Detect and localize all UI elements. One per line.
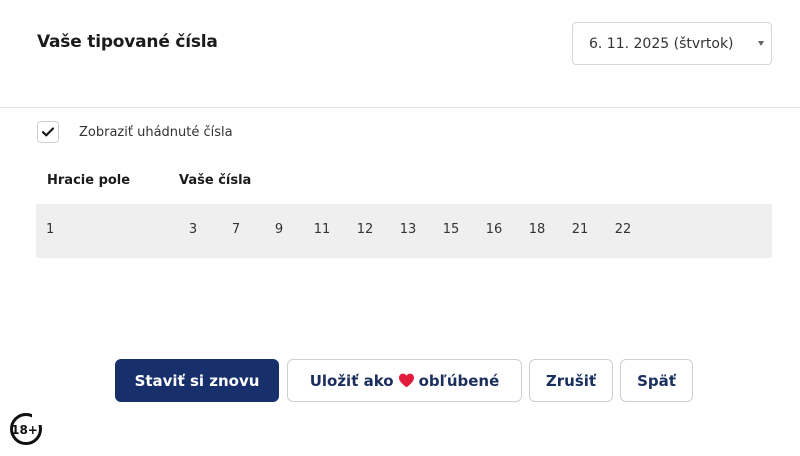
save-favorite-suffix: obľúbené <box>418 371 500 390</box>
header-divider <box>0 107 800 108</box>
cancel-button[interactable]: Zrušiť <box>529 359 613 402</box>
age-badge-text: 18+ <box>11 423 38 437</box>
bet-number: 11 <box>313 222 331 237</box>
date-select-value: 6. 11. 2025 (štvrtok) <box>589 35 734 52</box>
bet-number: 16 <box>485 222 503 237</box>
back-button[interactable]: Späť <box>620 359 693 402</box>
bet-number: 12 <box>356 222 374 237</box>
bet-number: 18 <box>528 222 546 237</box>
save-favorite-button[interactable]: Uložiť ako obľúbené <box>287 359 522 402</box>
check-icon <box>42 127 54 137</box>
bet-number: 3 <box>188 222 198 237</box>
row-field-number: 1 <box>46 222 55 237</box>
heart-icon <box>398 373 414 388</box>
page-title: Vaše tipované čísla <box>37 32 218 52</box>
show-guessed-toggle[interactable]: Zobraziť uhádnuté čísla <box>37 121 233 143</box>
show-guessed-label: Zobraziť uhádnuté čísla <box>79 124 233 140</box>
bet-again-button[interactable]: Staviť si znovu <box>115 359 279 402</box>
show-guessed-checkbox[interactable] <box>37 121 59 143</box>
bet-number: 9 <box>274 222 284 237</box>
age-18-icon: 18+ <box>10 412 43 445</box>
date-select[interactable]: 6. 11. 2025 (štvrtok) <box>572 22 772 65</box>
bet-number: 15 <box>442 222 460 237</box>
bet-number: 13 <box>399 222 417 237</box>
column-header-numbers: Vaše čísla <box>179 173 252 188</box>
table-row: 1 3 7 9 11 12 13 15 16 18 21 22 <box>36 204 772 258</box>
bet-number: 7 <box>231 222 241 237</box>
bet-number: 21 <box>571 222 589 237</box>
save-favorite-prefix: Uložiť ako <box>309 371 394 390</box>
bet-number: 22 <box>614 222 632 237</box>
column-header-field: Hracie pole <box>47 173 131 188</box>
chevron-down-icon <box>758 41 764 46</box>
